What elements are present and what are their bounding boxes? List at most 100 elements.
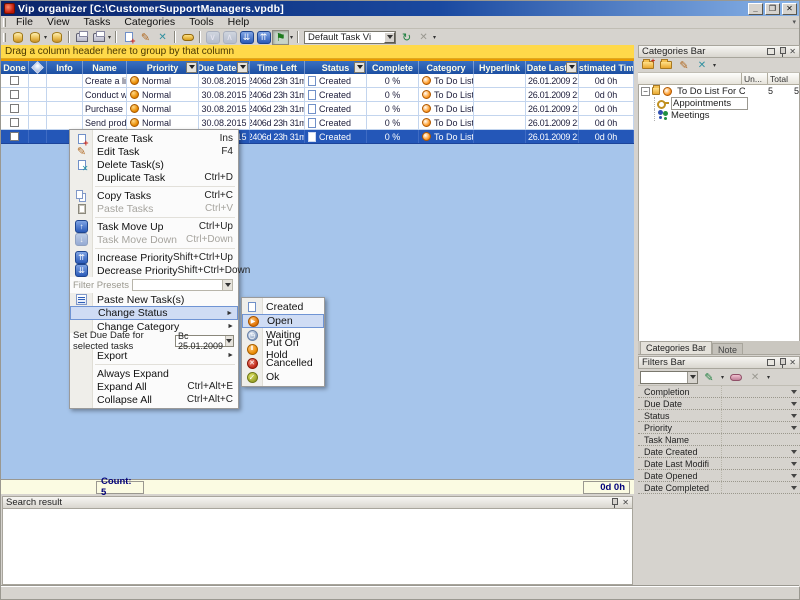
eraser-icon[interactable] — [728, 371, 744, 384]
task-view-dropdown-icon[interactable] — [384, 32, 395, 43]
menu-view[interactable]: View — [40, 16, 77, 29]
column-header-priority[interactable]: Priority — [127, 61, 199, 74]
close-panel-icon[interactable]: ✕ — [789, 47, 796, 56]
menu-item-always-expand[interactable]: Always Expand — [70, 367, 238, 380]
filter-dropdown-icon[interactable] — [791, 462, 797, 469]
filter-dropdown-icon[interactable] — [791, 414, 797, 421]
menu-item-copy-tasks[interactable]: Copy TasksCtrl+C — [70, 189, 238, 202]
delete-task-icon[interactable]: ✕ — [154, 30, 171, 45]
clear-filter-icon[interactable]: ✕ — [747, 371, 763, 384]
menubar-overflow-chevron[interactable]: ▾ — [792, 18, 796, 26]
filter-dropdown-icon[interactable] — [791, 474, 797, 481]
pin-icon[interactable] — [778, 47, 786, 57]
close-button[interactable]: ✕ — [782, 3, 797, 15]
priority-filter-dropdown[interactable] — [186, 62, 197, 73]
tree-item-meetings[interactable]: Meetings — [639, 109, 799, 121]
filter-dropdown-icon[interactable] — [791, 402, 797, 409]
categories-toolbar-overflow[interactable]: ▾ — [713, 62, 716, 69]
filter-row[interactable]: Task Name — [638, 434, 800, 446]
due-date-dropdown-icon[interactable] — [225, 336, 233, 346]
menu-item-delete-task[interactable]: ✕ Delete Task(s) — [70, 158, 238, 171]
apply-filter-icon[interactable]: ✎ — [701, 371, 717, 384]
menu-item-decrease-priority[interactable]: ⇊ Decrease PriorityShift+Ctrl+Down — [70, 264, 238, 277]
due-date-combobox[interactable]: Bc 25.01.2009 — [175, 335, 234, 347]
menu-item-collapse-all[interactable]: Collapse AllCtrl+Alt+C — [70, 393, 238, 406]
table-row[interactable]: Create a list of Normal 30.08.2015 2406d… — [1, 74, 634, 88]
flag-dropdown-icon[interactable]: ▾ — [290, 34, 293, 41]
filters-toolbar-overflow[interactable]: ▾ — [767, 374, 770, 381]
restore-panel-icon[interactable] — [767, 48, 775, 55]
filter-row[interactable]: Date Last Modifi — [638, 458, 800, 470]
edit-task-icon[interactable]: ✎ — [137, 30, 154, 45]
menu-help[interactable]: Help — [221, 16, 257, 29]
filter-row[interactable]: Completion — [638, 386, 800, 398]
edit-category-icon[interactable]: ✎ — [676, 59, 692, 72]
new-category-icon[interactable]: + — [640, 59, 656, 72]
tree-item-appointments[interactable]: Appointments — [639, 97, 799, 109]
clear-view-icon[interactable]: ✕ — [415, 30, 432, 45]
column-header-hyperlink[interactable]: Hyperlink — [474, 61, 526, 74]
menu-tools[interactable]: Tools — [182, 16, 221, 29]
tree-item-todo-list[interactable]: − To Do List For Customer S 5 5 — [639, 85, 799, 97]
default-view-flag-icon[interactable]: ⚑ — [272, 30, 289, 45]
filter-row[interactable]: Date Created — [638, 446, 800, 458]
total-column-header[interactable]: Total — [768, 73, 800, 84]
column-header-category[interactable]: Category — [419, 61, 474, 74]
toolbar-grip[interactable] — [3, 33, 6, 42]
new-task-icon[interactable]: + — [120, 30, 137, 45]
menu-item-increase-priority[interactable]: ⇈ Increase PriorityShift+Ctrl+Up — [70, 251, 238, 264]
filter-row[interactable]: Due Date — [638, 398, 800, 410]
filter-dropdown-icon[interactable] — [791, 486, 797, 493]
task-view-combobox[interactable]: Default Task Vi — [304, 31, 396, 44]
menu-file[interactable]: File — [9, 16, 40, 29]
column-header-done[interactable]: Done — [1, 61, 29, 74]
column-header-status[interactable]: Status — [305, 61, 367, 74]
pin-icon[interactable] — [778, 358, 786, 368]
filter-dropdown-icon[interactable] — [791, 426, 797, 433]
menu-item-paste-tasks[interactable]: Paste TasksCtrl+V — [70, 202, 238, 215]
filter-row[interactable]: Date Completed — [638, 482, 800, 494]
unread-column-header[interactable]: Un... — [742, 73, 768, 84]
move-task-up-icon[interactable]: ∨ — [204, 30, 221, 45]
filter-row[interactable]: Status — [638, 410, 800, 422]
date-last-filter-dropdown[interactable] — [566, 62, 577, 73]
filter-preset-combobox[interactable] — [640, 371, 698, 384]
done-checkbox[interactable] — [10, 118, 19, 127]
done-checkbox[interactable] — [10, 104, 19, 113]
menu-item-task-move-up[interactable]: ↑ Task Move UpCtrl+Up — [70, 220, 238, 233]
column-header-info[interactable]: Info — [47, 61, 83, 74]
submenu-item-created[interactable]: Created — [242, 300, 324, 314]
menu-item-duplicate-task[interactable]: Duplicate TaskCtrl+D — [70, 171, 238, 184]
column-header-time-left[interactable]: Time Left — [250, 61, 305, 74]
save-database-icon[interactable] — [48, 30, 65, 45]
column-header-name[interactable]: Name — [83, 61, 127, 74]
filter-presets-combobox[interactable] — [132, 279, 233, 291]
menu-tasks[interactable]: Tasks — [77, 16, 118, 29]
table-row[interactable]: Conduct webinar Normal 30.08.2015 2406d … — [1, 88, 634, 102]
open-database-dropdown-icon[interactable]: ▾ — [44, 34, 47, 41]
print-preview-icon[interactable] — [90, 30, 107, 45]
menu-categories[interactable]: Categories — [117, 16, 182, 29]
column-header-estimated-time[interactable]: Estimated Time — [579, 61, 634, 74]
submenu-item-open[interactable]: ▶ Open — [242, 314, 324, 328]
filter-presets-dropdown-icon[interactable] — [222, 280, 232, 290]
tab-note[interactable]: Note — [712, 343, 743, 354]
filter-dropdown-icon[interactable] — [791, 450, 797, 457]
pin-icon[interactable] — [610, 498, 618, 508]
done-checkbox[interactable] — [10, 76, 19, 85]
open-database-icon[interactable] — [26, 30, 43, 45]
restore-button[interactable]: ❐ — [765, 3, 780, 15]
delete-category-icon[interactable]: ✕ — [694, 59, 710, 72]
collapse-icon[interactable]: − — [641, 87, 650, 96]
filter-dropdown-icon[interactable] — [791, 390, 797, 397]
menu-item-change-status[interactable]: Change Status ► — [70, 306, 238, 320]
submenu-item-cancelled[interactable]: ✕ Cancelled — [242, 356, 324, 370]
filter-row[interactable]: Priority — [638, 422, 800, 434]
due-date-filter-dropdown[interactable] — [237, 62, 248, 73]
menu-item-create-task[interactable]: + Create TaskIns — [70, 132, 238, 145]
minimize-button[interactable]: _ — [748, 3, 763, 15]
refresh-view-icon[interactable]: ↻ — [398, 30, 415, 45]
tab-categories-bar[interactable]: Categories Bar — [640, 341, 712, 354]
new-database-icon[interactable] — [9, 30, 26, 45]
menu-item-expand-all[interactable]: Expand AllCtrl+Alt+E — [70, 380, 238, 393]
